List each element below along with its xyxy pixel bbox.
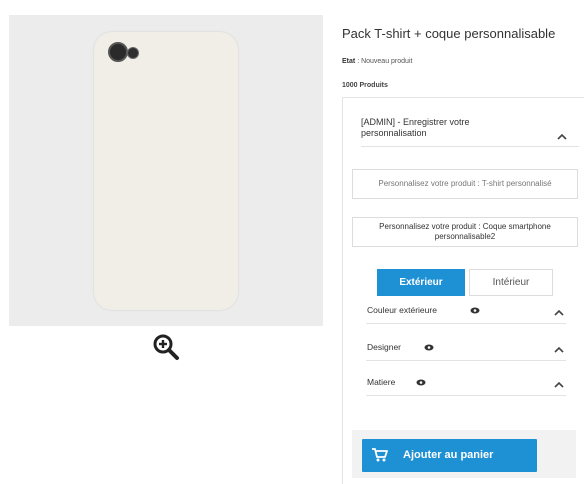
- customize-tshirt-button[interactable]: Personnalisez votre produit : T-shirt pe…: [352, 169, 578, 199]
- add-to-cart-button[interactable]: Ajouter au panier: [362, 439, 537, 472]
- product-title: Pack T-shirt + coque personnalisable: [342, 26, 556, 41]
- chevron-up-icon[interactable]: [557, 133, 567, 141]
- zoom-in-icon[interactable]: [152, 333, 180, 361]
- option-label: Matiere: [367, 377, 396, 387]
- option-label: Designer: [367, 342, 402, 352]
- state-value: : Nouveau produit: [357, 58, 413, 65]
- chevron-up-icon[interactable]: [554, 346, 564, 354]
- phone-case-preview: [94, 32, 238, 310]
- tab-interieur[interactable]: Intérieur: [469, 269, 553, 296]
- stock-count: 1000 Produits: [342, 82, 388, 89]
- divider: [361, 146, 579, 147]
- chevron-up-icon[interactable]: [554, 309, 564, 317]
- tab-exterieur[interactable]: Extérieur: [377, 269, 465, 296]
- eye-icon[interactable]: [416, 379, 426, 386]
- phone-camera: [108, 42, 142, 62]
- eye-icon[interactable]: [470, 307, 480, 314]
- customize-case-button[interactable]: Personnalisez votre produit : Coque smar…: [352, 217, 578, 247]
- admin-save-title[interactable]: [ADMIN] - Enregistrer votre personnalisa…: [361, 117, 536, 139]
- option-matiere[interactable]: Matiere: [366, 372, 566, 396]
- chevron-up-icon[interactable]: [554, 381, 564, 389]
- state-label: Etat: [342, 58, 356, 65]
- product-state: Etat : Nouveau produit: [342, 58, 412, 65]
- cart-icon: [372, 448, 388, 462]
- add-to-cart-label: Ajouter au panier: [403, 449, 494, 461]
- option-label: Couleur extérieure: [367, 305, 437, 315]
- option-couleur-exterieure[interactable]: Couleur extérieure: [366, 300, 566, 324]
- option-designer[interactable]: Designer: [366, 337, 566, 361]
- camera-flash: [127, 47, 139, 59]
- camera-lens: [108, 42, 128, 62]
- eye-icon[interactable]: [424, 344, 434, 351]
